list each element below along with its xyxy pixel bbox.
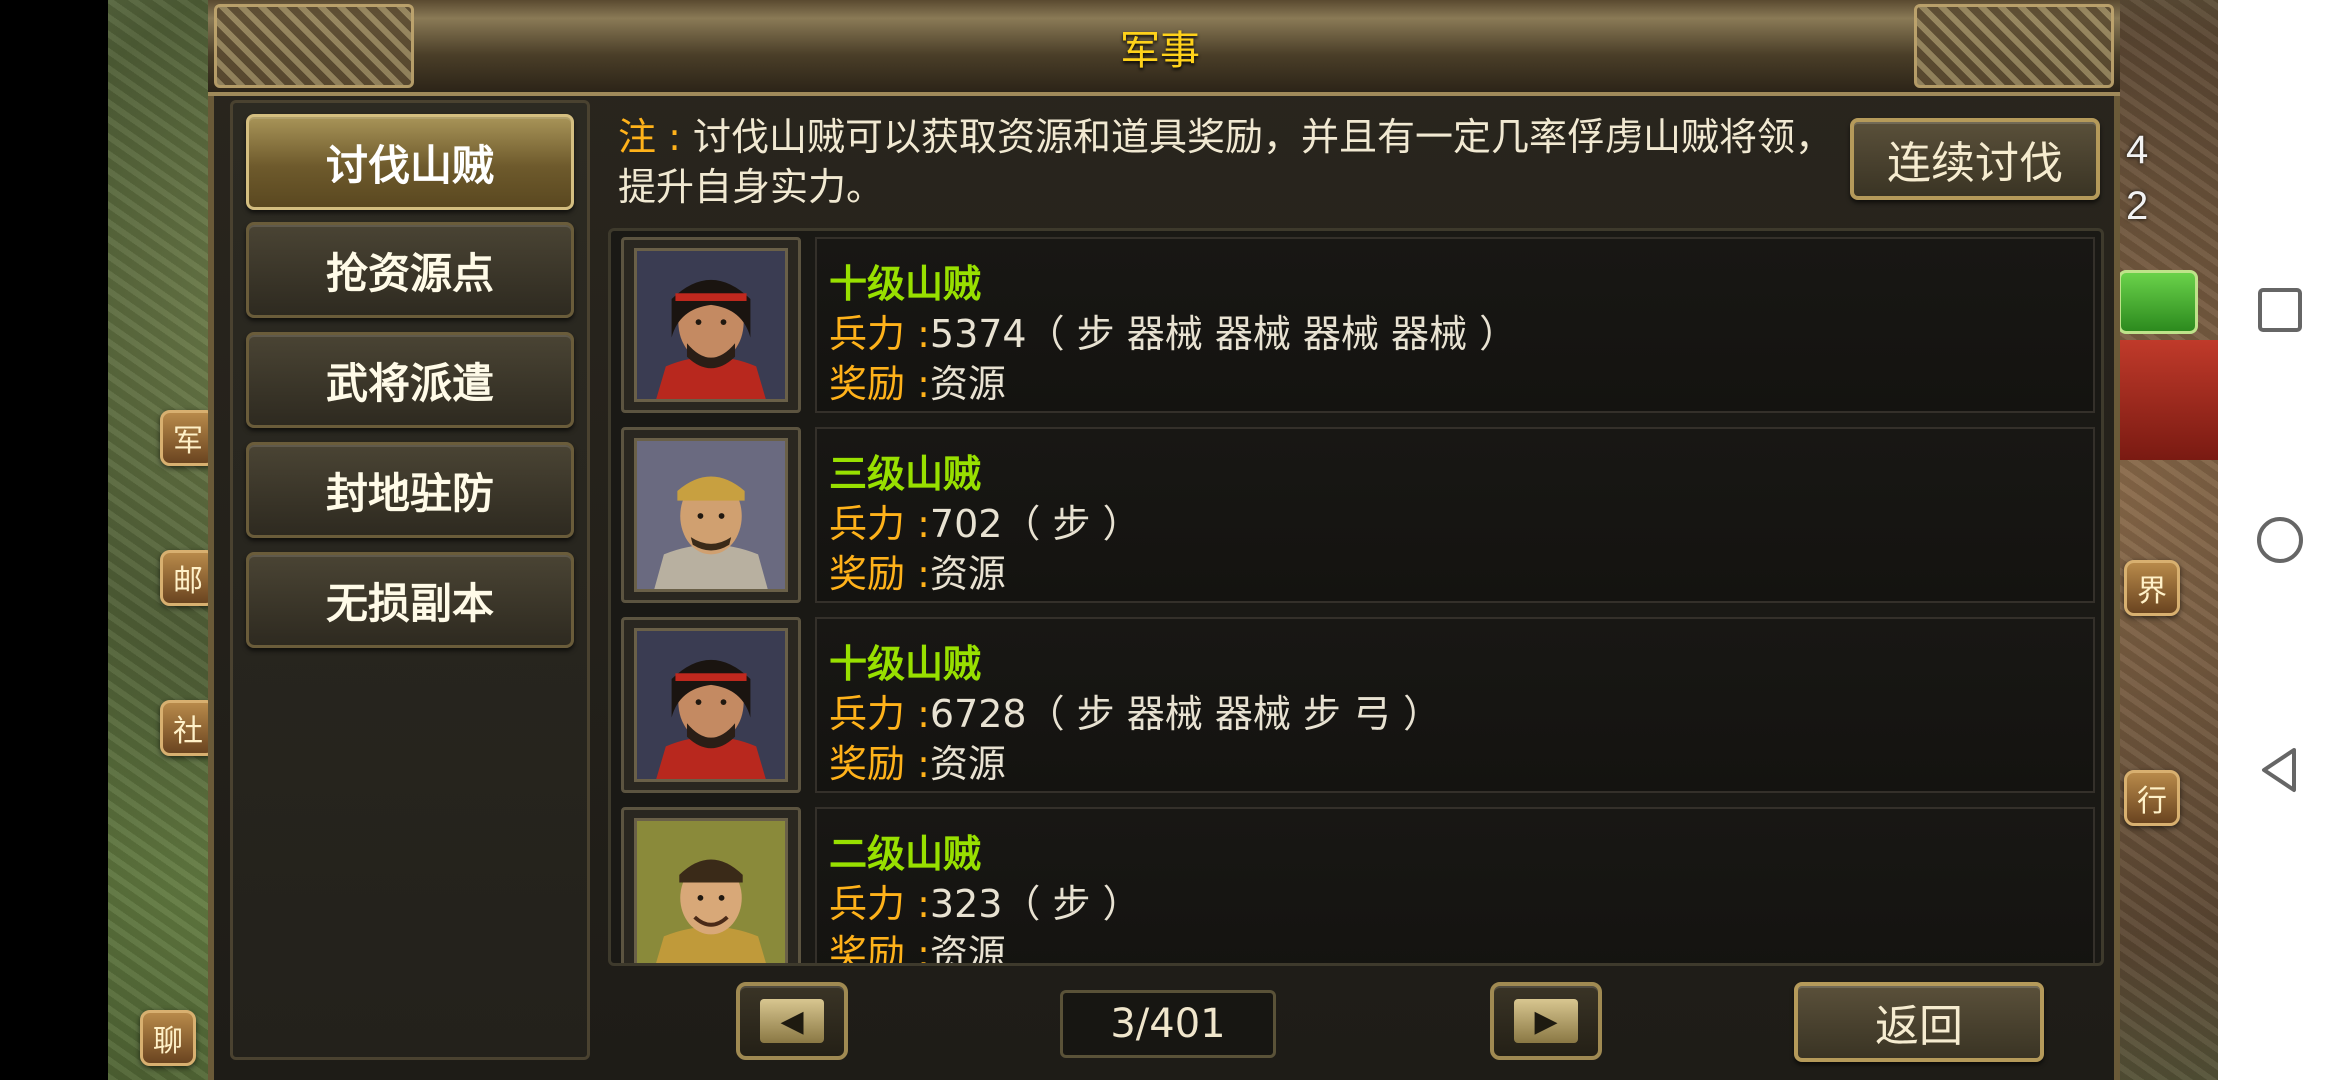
page-indicator-text: 3/401	[1110, 1001, 1226, 1047]
side-badge-label: 邮	[173, 564, 203, 599]
tab-fief-garrison[interactable]: 封地驻防	[246, 442, 574, 538]
tab-lossless-dungeon[interactable]: 无损副本	[246, 552, 574, 648]
bandit-list[interactable]: 十级山贼 兵力 :5374（ 步 器械 器械 器械 器械 ） 奖励 :资源 三级…	[608, 228, 2104, 966]
bandit-portrait	[634, 628, 788, 782]
back-button[interactable]: 返回	[1794, 982, 2044, 1062]
side-badge-label: 行	[2137, 784, 2167, 819]
bandit-info: 三级山贼 兵力 :702（ 步 ） 奖励 :资源	[815, 427, 2095, 603]
tab-seize-resources[interactable]: 抢资源点	[246, 222, 574, 318]
bandit-portrait	[634, 818, 788, 963]
bandit-reward: 奖励 :资源	[829, 543, 1006, 598]
triangle-back-icon[interactable]	[2250, 740, 2310, 800]
dialog-title: 军事	[1120, 28, 1200, 74]
tab-suppress-bandits[interactable]: 讨伐山贼	[246, 114, 574, 210]
reward-value: 资源	[929, 362, 1006, 406]
side-badge-label: 界	[2137, 574, 2167, 609]
bandit-name: 十级山贼	[829, 262, 982, 306]
portrait-frame	[621, 617, 801, 793]
bandit-reward: 奖励 :资源	[829, 923, 1006, 966]
list-item[interactable]: 十级山贼 兵力 :6728（ 步 器械 器械 步 弓 ） 奖励 :资源	[617, 613, 2101, 797]
side-badge-chat[interactable]: 聊	[140, 1010, 196, 1066]
reward-label: 奖励 :	[829, 552, 930, 596]
side-badge-label: 聊	[153, 1024, 183, 1059]
reward-value: 资源	[929, 742, 1006, 786]
continuous-suppress-label: 连续讨伐	[1887, 138, 2063, 189]
troops-value: 323（ 步 ）	[929, 882, 1141, 926]
page-indicator: 3/401	[1060, 990, 1276, 1058]
list-item[interactable]: 二级山贼 兵力 :323（ 步 ） 奖励 :资源	[617, 803, 2101, 966]
bandit-troops: 兵力 :6728（ 步 器械 器械 步 弓 ）	[829, 683, 1441, 738]
tab-label: 抢资源点	[325, 248, 494, 298]
bandit-troops: 兵力 :5374（ 步 器械 器械 器械 器械 ）	[829, 303, 1517, 358]
prev-page-button[interactable]: ◀	[736, 982, 848, 1060]
troops-value: 5374（ 步 器械 器械 器械 器械 ）	[929, 312, 1518, 356]
arrow-left-glyph: ◀	[780, 1003, 804, 1039]
right-counter-2: 2	[2126, 184, 2149, 228]
continuous-suppress-button[interactable]: 连续讨伐	[1850, 118, 2100, 200]
back-button-label: 返回	[1875, 1001, 1963, 1052]
next-page-button[interactable]: ▶	[1490, 982, 1602, 1060]
notice-text: 注 : 讨伐山贼可以获取资源和道具奖励，并且有一定几率俘虏山贼将领，提升自身实力…	[618, 112, 1838, 212]
reward-label: 奖励 :	[829, 362, 930, 406]
reward-value: 资源	[929, 932, 1006, 966]
reward-value: 资源	[929, 552, 1006, 596]
portrait-frame	[621, 427, 801, 603]
bandit-info: 十级山贼 兵力 :6728（ 步 器械 器械 步 弓 ） 奖励 :资源	[815, 617, 2095, 793]
right-green-button[interactable]	[2118, 270, 2198, 334]
tab-general-dispatch[interactable]: 武将派遣	[246, 332, 574, 428]
arrow-right-icon: ▶	[1514, 999, 1578, 1043]
bandit-name: 十级山贼	[829, 642, 982, 686]
bandit-name: 三级山贼	[829, 452, 982, 496]
bandit-troops: 兵力 :323（ 步 ）	[829, 873, 1141, 928]
reward-label: 奖励 :	[829, 742, 930, 786]
side-badge-march[interactable]: 行	[2124, 770, 2180, 826]
bandit-portrait	[634, 438, 788, 592]
bandit-reward: 奖励 :资源	[829, 353, 1006, 408]
notice-body: 讨伐山贼可以获取资源和道具奖励，并且有一定几率俘虏山贼将领，提升自身实力。	[618, 115, 1833, 209]
tab-label: 封地驻防	[325, 468, 494, 518]
right-counter-1: 4	[2126, 128, 2149, 172]
bandit-portrait	[634, 248, 788, 402]
portrait-frame	[621, 807, 801, 963]
side-badge-label: 军	[173, 424, 203, 459]
troops-label: 兵力 :	[829, 312, 930, 356]
bandit-reward: 奖励 :资源	[829, 733, 1006, 788]
list-item[interactable]: 三级山贼 兵力 :702（ 步 ） 奖励 :资源	[617, 423, 2101, 607]
arrow-left-icon: ◀	[760, 999, 824, 1043]
bandit-name: 二级山贼	[829, 832, 982, 876]
portrait-frame	[621, 237, 801, 413]
side-badge-label: 社	[173, 714, 203, 749]
circle-home-icon[interactable]	[2250, 510, 2310, 570]
title-ornament-left	[214, 4, 414, 88]
troops-label: 兵力 :	[829, 502, 930, 546]
right-building-decoration	[2118, 340, 2218, 460]
tab-label: 武将派遣	[325, 358, 494, 408]
square-recents-icon[interactable]	[2250, 280, 2310, 340]
bandit-info: 二级山贼 兵力 :323（ 步 ） 奖励 :资源	[815, 807, 2095, 966]
arrow-right-glyph: ▶	[1534, 1003, 1558, 1039]
tab-label: 讨伐山贼	[325, 140, 494, 190]
reward-label: 奖励 :	[829, 932, 930, 966]
troops-label: 兵力 :	[829, 882, 930, 926]
title-ornament-right	[1914, 4, 2114, 88]
bandit-troops: 兵力 :702（ 步 ）	[829, 493, 1141, 548]
troops-label: 兵力 :	[829, 692, 930, 736]
list-item[interactable]: 十级山贼 兵力 :5374（ 步 器械 器械 器械 器械 ） 奖励 :资源	[617, 233, 2101, 417]
notice-prefix: 注 :	[618, 115, 681, 159]
troops-value: 6728（ 步 器械 器械 步 弓 ）	[929, 692, 1442, 736]
side-badge-world[interactable]: 界	[2124, 560, 2180, 616]
tab-label: 无损副本	[325, 578, 494, 628]
troops-value: 702（ 步 ）	[929, 502, 1141, 546]
bandit-info: 十级山贼 兵力 :5374（ 步 器械 器械 器械 器械 ） 奖励 :资源	[815, 237, 2095, 413]
